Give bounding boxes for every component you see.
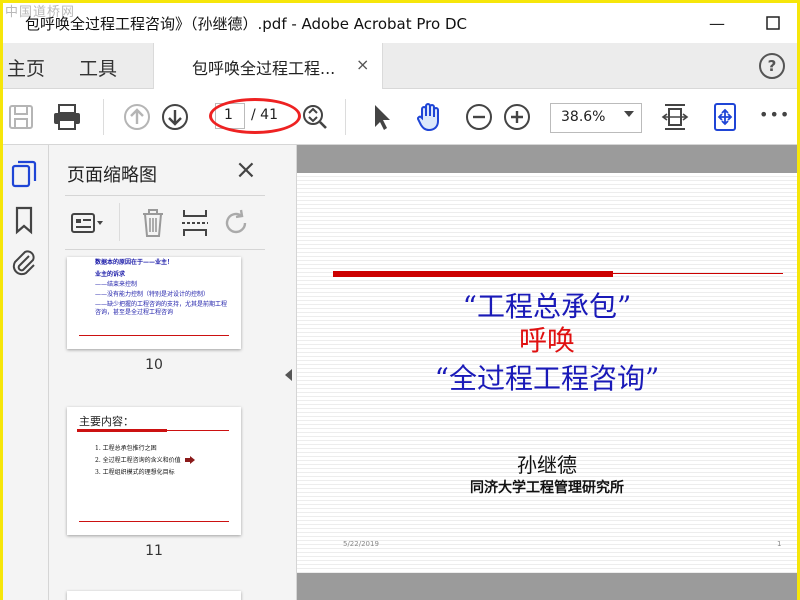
maximize-button[interactable] — [759, 9, 787, 37]
attachment-icon[interactable] — [9, 247, 39, 277]
document-tab-label: 包呼唤全过程工程... — [192, 59, 336, 78]
thumbnail-page-12[interactable] — [67, 591, 241, 600]
save-icon[interactable] — [5, 101, 37, 133]
hand-tool-icon[interactable] — [413, 101, 445, 133]
delete-icon[interactable] — [135, 205, 171, 241]
thumbnail-heading-line — [167, 430, 229, 431]
page-thumbnails-icon[interactable] — [9, 159, 39, 189]
document-tab-close-button[interactable]: × — [356, 55, 369, 74]
tab-tools[interactable]: 工具 — [79, 54, 117, 81]
zoom-value: 38.6% — [561, 109, 606, 125]
document-tab[interactable]: 包呼唤全过程工程... × — [153, 43, 383, 89]
slide-page-number: 1 — [777, 540, 782, 548]
arrow-right-icon — [185, 456, 195, 464]
toolbar-separator — [345, 99, 346, 135]
tab-home[interactable]: 主页 — [7, 54, 45, 81]
thumbnail-page-number: 11 — [145, 543, 163, 559]
title-bar: 中国道桥网 包呼唤全过程工程咨询》（孙继德）.pdf - Adobe Acrob… — [3, 3, 797, 43]
maximize-icon — [766, 16, 780, 30]
pdf-page: “工程总承包” 呼唤 “全过程工程咨询” 孙继德 同济大学工程管理研究所 5/2… — [297, 173, 797, 573]
insert-page-icon[interactable] — [177, 205, 213, 241]
document-view[interactable]: “工程总承包” 呼唤 “全过程工程咨询” 孙继德 同济大学工程管理研究所 5/2… — [297, 145, 797, 600]
thumbnail-options-icon[interactable] — [69, 205, 105, 241]
thumbnail-page-11[interactable]: 主要内容： 1. 工程总承包推行之困 2. 全过程工程咨询的含义和价值 3. 工… — [67, 407, 241, 535]
slide-title-line2: 呼唤 — [518, 324, 575, 357]
help-icon[interactable]: ? — [759, 53, 785, 79]
minimize-button[interactable]: — — [703, 9, 731, 37]
panel-divider — [65, 195, 265, 196]
panel-close-button[interactable]: × — [235, 155, 257, 185]
slide-red-bar — [333, 271, 613, 277]
print-icon[interactable] — [51, 101, 83, 133]
scroll-mode-icon[interactable] — [709, 101, 741, 133]
thumbnail-text-line: 3. 工程组织模式的理想化目标 — [95, 469, 175, 476]
thumbnail-heading: 主要内容： — [79, 415, 134, 428]
thumbnail-footer-line — [79, 521, 229, 522]
tab-bar: 主页 工具 包呼唤全过程工程... × ? — [3, 43, 797, 89]
thumbnail-text-line: ——没有能力控制（特别是对设计的控制） — [95, 291, 210, 298]
thumbnail-text-line: 数据本的原因在于——业主！ — [95, 259, 174, 266]
thumbnail-text-line: 业主的诉求 — [95, 271, 126, 278]
panel-collapse-strip[interactable] — [281, 145, 297, 600]
highlight-ellipse — [209, 98, 301, 134]
slide-affiliation: 同济大学工程管理研究所 — [470, 480, 624, 496]
toolbar-separator — [103, 99, 104, 135]
thumbnail-text-line: 2. 全过程工程咨询的含义和价值 — [95, 457, 181, 464]
bookmark-icon[interactable] — [9, 205, 39, 235]
zoom-in-icon[interactable] — [501, 101, 533, 133]
panel-separator — [119, 203, 120, 241]
thumbnail-text-line: ——缺少把握的工程咨询的支持，尤其是前期工程 — [95, 301, 228, 308]
collapse-arrow-icon[interactable] — [285, 369, 293, 381]
next-page-icon[interactable] — [159, 101, 191, 133]
previous-page-icon[interactable] — [121, 101, 153, 133]
thumbnail-heading-bar — [77, 429, 167, 432]
more-tools-button[interactable]: ••• — [759, 105, 790, 124]
slide-red-line — [613, 273, 783, 274]
zoom-out-icon[interactable] — [463, 101, 495, 133]
window-title: 包呼唤全过程工程咨询》（孙继德）.pdf - Adobe Acrobat Pro… — [25, 15, 467, 33]
thumbnail-text-line: 咨询，甚至是全过程工程咨询 — [95, 309, 174, 316]
thumbnail-page-10[interactable]: 数据本的原因在于——业主！ 业主的诉求 ——结束来控制 ——没有能力控制（特别是… — [67, 257, 241, 349]
thumbnails-panel: 页面缩略图 × 数据本的原因在于——业主！ 业主的诉求 ——结束来控制 ——没有… — [49, 145, 321, 600]
page-navigator-icon[interactable] — [299, 101, 331, 133]
slide-author: 孙继德 — [517, 453, 577, 477]
left-rail — [3, 145, 49, 600]
panel-divider — [65, 249, 265, 250]
zoom-select[interactable]: 38.6% — [550, 103, 642, 133]
rotate-icon[interactable] — [219, 205, 255, 241]
thumbnail-page-number: 10 — [145, 357, 163, 373]
select-cursor-icon[interactable] — [365, 101, 397, 133]
thumbnail-footer-line — [79, 335, 229, 336]
panel-title: 页面缩略图 — [67, 165, 157, 186]
slide-date: 5/22/2019 — [343, 540, 379, 548]
slide-title-line3: “全过程工程咨询” — [434, 362, 660, 395]
thumbnail-text-line: 1. 工程总承包推行之困 — [95, 445, 157, 452]
thumbnail-text-line: ——结束来控制 — [95, 281, 138, 288]
chevron-down-icon[interactable] — [624, 111, 634, 117]
toolbar: 1 / 41 38.6% ••• — [3, 89, 797, 145]
fit-page-icon[interactable] — [659, 101, 691, 133]
